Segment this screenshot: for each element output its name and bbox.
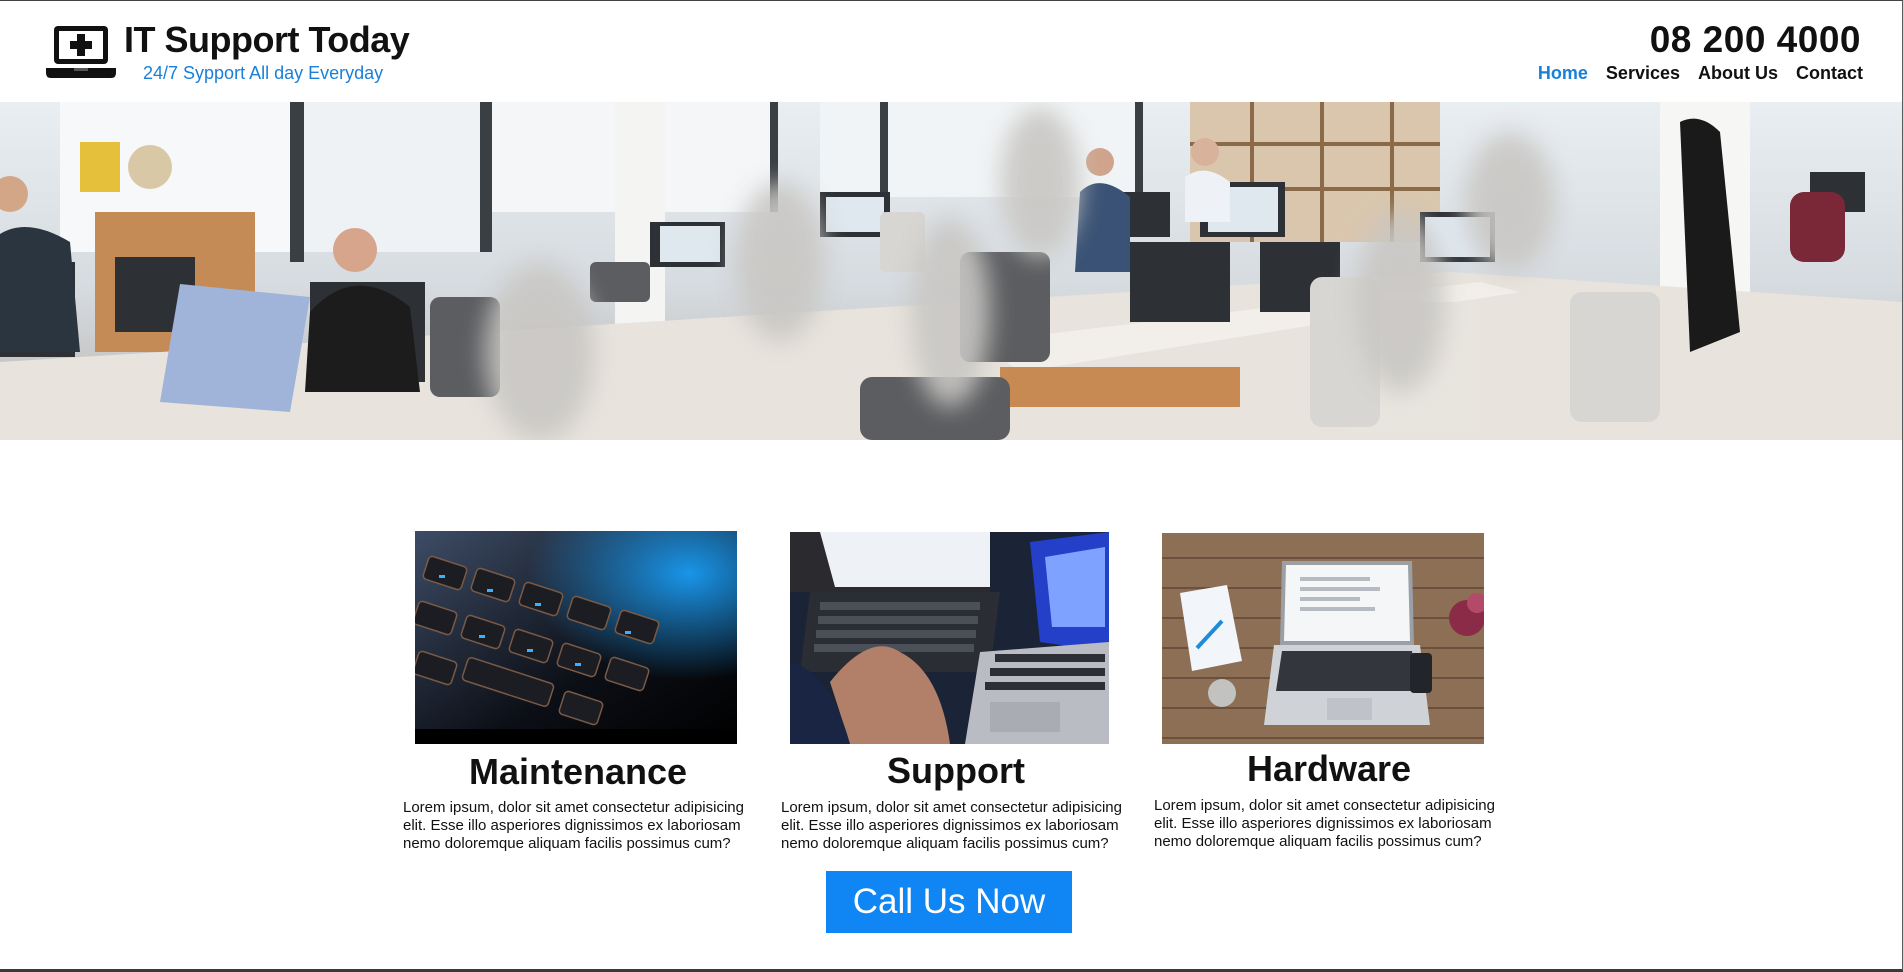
card-title: Hardware (1246, 748, 1412, 789)
nav-item-services[interactable]: Services (1606, 63, 1680, 84)
card-text: Lorem ipsum, dolor sit amet consectetur … (403, 799, 744, 852)
main-nav: Home Services About Us Contact (1538, 63, 1863, 84)
card-text: Lorem ipsum, dolor sit amet consectetur … (1154, 797, 1495, 850)
page: IT Support Today 24/7 Sypport All day Ev… (0, 0, 1903, 970)
site-header: IT Support Today 24/7 Sypport All day Ev… (0, 1, 1903, 102)
service-card-maintenance: Maintenance Lorem ipsum, dolor sit amet … (403, 531, 753, 861)
card-title: Support (887, 750, 1025, 791)
backlit-keyboard-photo (415, 531, 737, 744)
site-tagline: 24/7 Sypport All day Everyday (143, 63, 384, 83)
hands-on-laptops-photo (790, 532, 1109, 744)
card-title: Maintenance (468, 751, 688, 792)
service-card-support: Support Lorem ipsum, dolor sit amet cons… (781, 531, 1131, 861)
laptop-on-wooden-desk-photo (1162, 533, 1484, 746)
call-us-now-button[interactable]: Call Us Now (826, 871, 1072, 933)
service-card-hardware: Hardware Lorem ipsum, dolor sit amet con… (1154, 531, 1504, 861)
hero-image (0, 102, 1903, 440)
card-text: Lorem ipsum, dolor sit amet consectetur … (781, 799, 1122, 852)
nav-item-contact[interactable]: Contact (1796, 63, 1863, 84)
nav-item-home[interactable]: Home (1538, 63, 1588, 84)
phone-number[interactable]: 08 200 4000 (1650, 19, 1861, 61)
laptop-medical-icon (46, 26, 116, 78)
site-title[interactable]: IT Support Today (124, 19, 410, 61)
nav-item-about-us[interactable]: About Us (1698, 63, 1778, 84)
